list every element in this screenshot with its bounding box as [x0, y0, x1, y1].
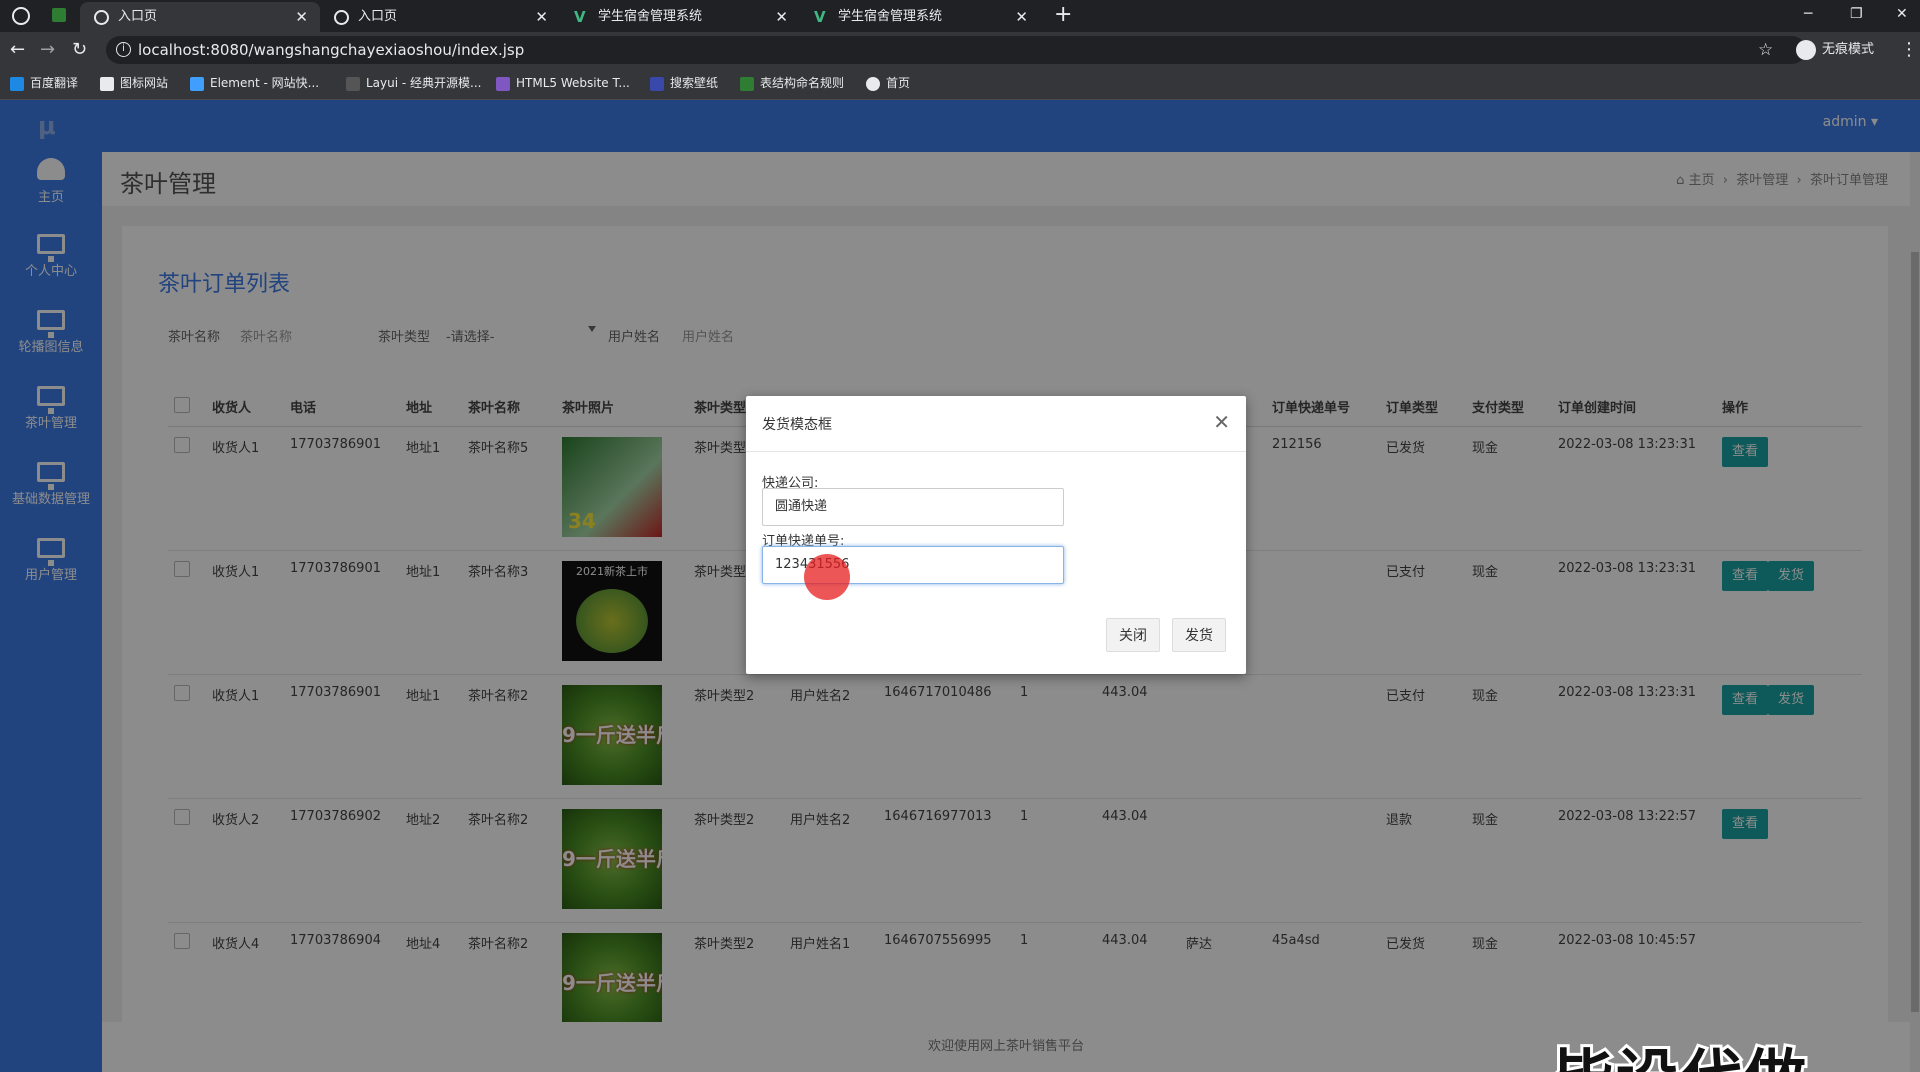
- bookmarks-bar: 百度翻译 图标网站 Element - 网站快... Layui - 经典开源模…: [0, 68, 1920, 100]
- incognito-icon: [1796, 40, 1816, 60]
- layui-icon: [346, 77, 360, 91]
- address-bar-row: ← → ↻ i localhost:8080/wangshangchayexia…: [0, 32, 1920, 68]
- bookmark-item[interactable]: 图标网站: [100, 68, 168, 98]
- bookmark-item[interactable]: 首页: [866, 68, 910, 98]
- wallpaper-icon: [650, 77, 664, 91]
- minimize-icon[interactable]: ─: [1804, 0, 1812, 28]
- close-icon[interactable]: ✕: [1015, 2, 1028, 32]
- close-icon[interactable]: ✕: [295, 2, 308, 32]
- url-field[interactable]: i localhost:8080/wangshangchayexiaoshou/…: [106, 36, 1806, 64]
- close-icon[interactable]: ✕: [775, 2, 788, 32]
- close-icon[interactable]: ✕: [1213, 410, 1230, 434]
- html5-icon: [496, 77, 510, 91]
- bookmark-item[interactable]: 百度翻译: [10, 68, 78, 98]
- modal-title: 发货模态框: [762, 417, 832, 433]
- window-close-icon[interactable]: ✕: [1896, 0, 1908, 28]
- restore-icon[interactable]: ❐: [1850, 0, 1863, 28]
- reload-icon[interactable]: ↻: [72, 32, 87, 68]
- browser-tab-bar: 入口页 ✕ 入口页 ✕ V 学生宿舍管理系统 ✕ V 学生宿舍管理系统 ✕ + …: [0, 0, 1920, 32]
- bookmark-star-icon[interactable]: ☆: [1758, 32, 1773, 68]
- globe-icon: [866, 77, 880, 91]
- incognito-indicator[interactable]: 无痕模式: [1796, 32, 1874, 68]
- forward-icon[interactable]: →: [40, 32, 55, 68]
- incognito-label: 无痕模式: [1822, 42, 1875, 57]
- element-icon: [190, 77, 204, 91]
- bookmark-item[interactable]: Layui - 经典开源模...: [346, 68, 481, 98]
- vue-icon: V: [814, 8, 826, 26]
- bookmark-label: 搜索壁纸: [670, 76, 719, 90]
- browser-tab-2[interactable]: 入口页 ✕: [320, 2, 560, 32]
- tab-label: 入口页: [358, 9, 398, 24]
- tab-label: 入口页: [118, 9, 158, 24]
- bookmark-label: 首页: [886, 76, 911, 90]
- bookmark-item[interactable]: HTML5 Website T...: [496, 68, 630, 98]
- app-root: μ admin ▾ 主页 个人中心 轮播图信息 茶叶管理 基础数据管理 用户管理: [0, 100, 1920, 1072]
- close-icon[interactable]: ✕: [535, 2, 548, 32]
- browser-tab-1[interactable]: 入口页 ✕: [80, 2, 320, 32]
- bookmark-label: Layui - 经典开源模...: [366, 76, 482, 90]
- modal-header: 发货模态框 ✕: [746, 396, 1246, 452]
- extension-icon[interactable]: [52, 8, 66, 22]
- globe-icon: [94, 10, 109, 25]
- vue-icon: V: [574, 8, 586, 26]
- info-icon[interactable]: i: [116, 42, 131, 57]
- bookmark-item[interactable]: 表结构命名规则: [740, 68, 844, 98]
- bookmark-label: 图标网站: [120, 76, 169, 90]
- bookmark-item[interactable]: Element - 网站快...: [190, 68, 319, 98]
- new-tab-icon[interactable]: +: [1054, 0, 1072, 30]
- click-indicator: [804, 554, 850, 600]
- ship-button[interactable]: 发货: [1172, 618, 1226, 652]
- watermark: 毕设代做: [1549, 1028, 1809, 1072]
- tab-label: 学生宿舍管理系统: [598, 9, 703, 24]
- bookmark-label: Element - 网站快...: [210, 76, 320, 90]
- close-button[interactable]: 关闭: [1106, 618, 1160, 652]
- browser-menu-icon[interactable]: ⋮: [1900, 32, 1918, 68]
- tab-label: 学生宿舍管理系统: [838, 9, 943, 24]
- browser-home-icon[interactable]: [12, 7, 30, 25]
- courier-input[interactable]: 圆通快递: [762, 488, 1064, 526]
- translate-icon: [10, 77, 24, 91]
- url-text: localhost:8080/wangshangchayexiaoshou/in…: [138, 41, 525, 59]
- flag-icon: [100, 77, 114, 91]
- back-icon[interactable]: ←: [10, 32, 25, 68]
- bookmark-item[interactable]: 搜索壁纸: [650, 68, 718, 98]
- bookmark-label: HTML5 Website T...: [516, 76, 630, 90]
- sheet-icon: [740, 77, 754, 91]
- browser-tab-4[interactable]: V 学生宿舍管理系统 ✕: [800, 2, 1040, 32]
- bookmark-label: 百度翻译: [30, 76, 79, 90]
- bookmark-label: 表结构命名规则: [760, 76, 845, 90]
- ship-modal: 发货模态框 ✕ 快递公司: 圆通快递 订单快递单号: 123431556 关闭 …: [746, 396, 1246, 674]
- globe-icon: [334, 10, 349, 25]
- browser-tab-3[interactable]: V 学生宿舍管理系统 ✕: [560, 2, 800, 32]
